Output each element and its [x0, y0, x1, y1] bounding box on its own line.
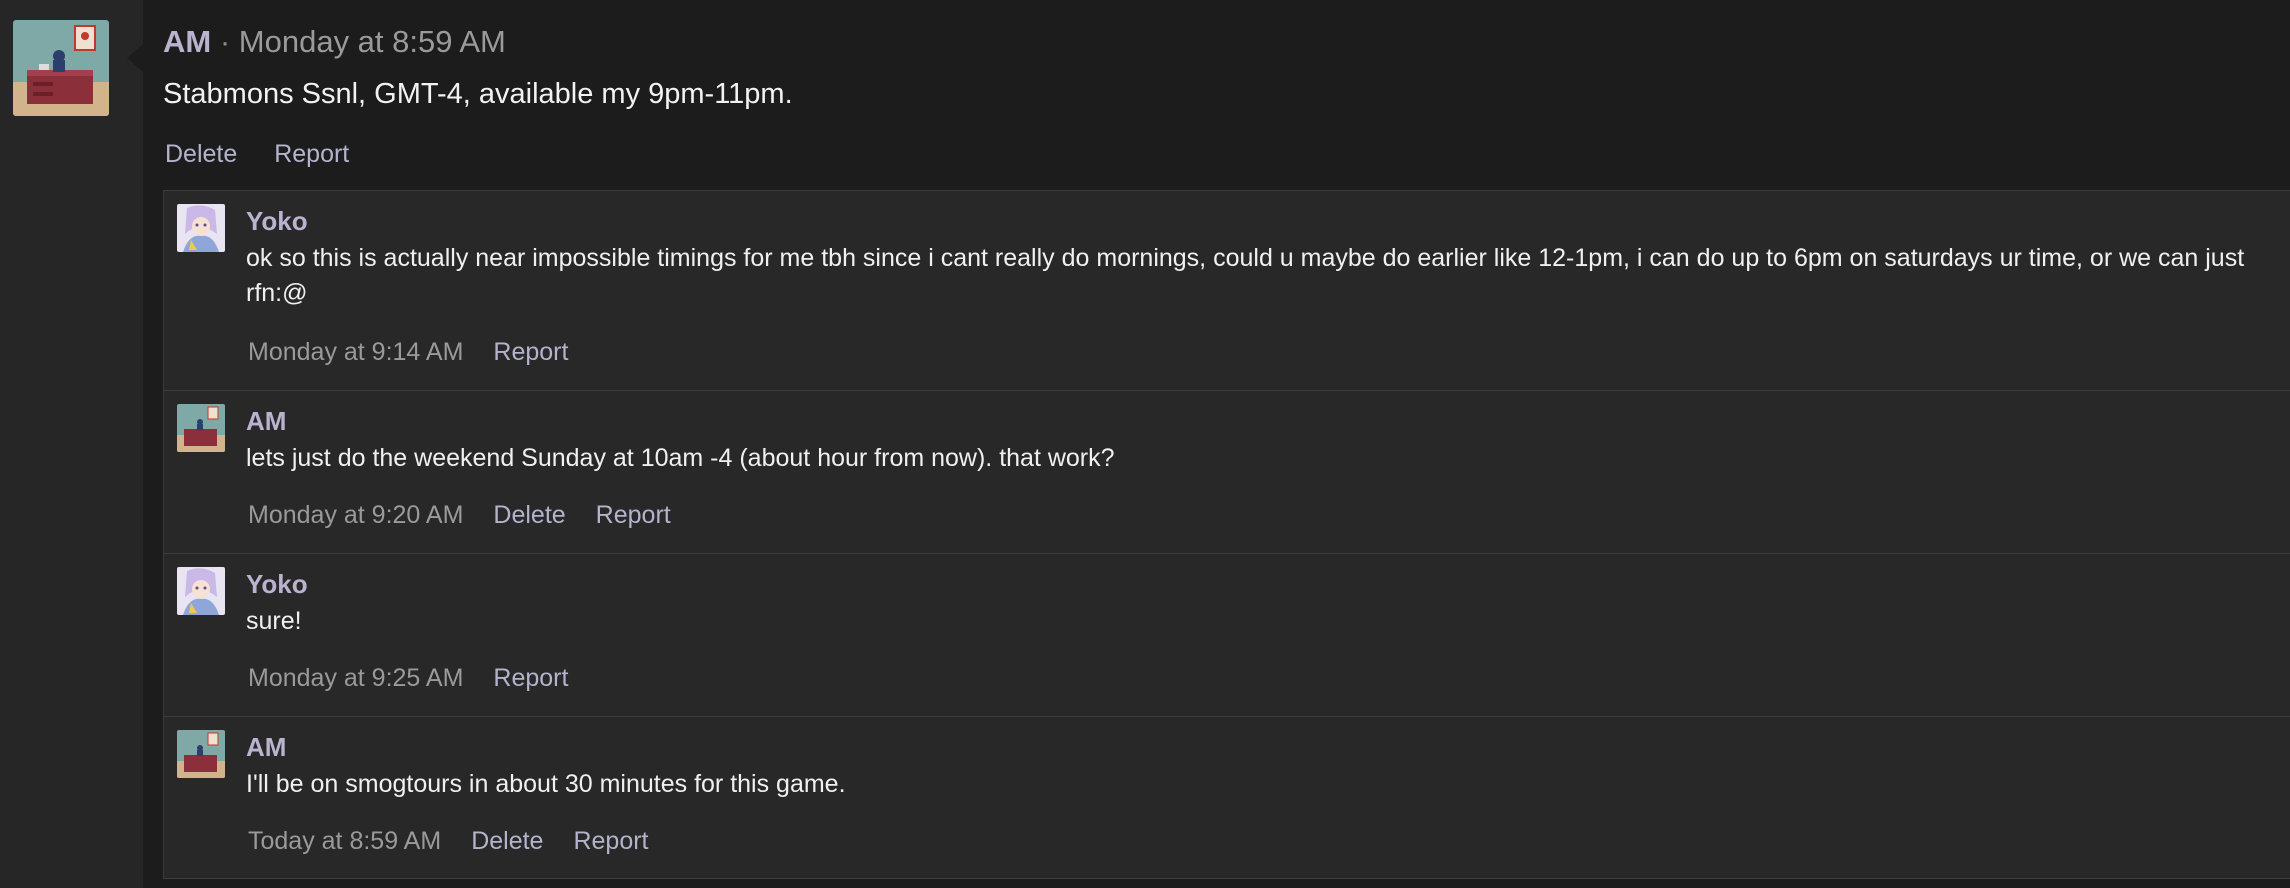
comment-body: lets just do the weekend Sunday at 10am … — [246, 444, 1115, 472]
yoko-avatar-icon — [177, 567, 225, 615]
report-link[interactable]: Report — [493, 664, 568, 692]
comment-body: sure! — [246, 607, 302, 635]
report-link[interactable]: Report — [573, 827, 648, 855]
post-actions: Delete Report — [165, 140, 379, 169]
comment-meta: Monday at 9:25 AM Report — [248, 664, 598, 693]
comment-timestamp[interactable]: Monday at 9:20 AM — [248, 501, 463, 529]
avatar[interactable] — [177, 567, 225, 615]
comment-timestamp[interactable]: Today at 8:59 AM — [248, 827, 441, 855]
comment-author[interactable]: AM — [246, 732, 286, 763]
report-link[interactable]: Report — [596, 501, 671, 529]
comment: Yoko ok so this is actually near impossi… — [164, 190, 2290, 390]
comment-meta: Monday at 9:14 AM Report — [248, 338, 598, 367]
am-avatar-icon — [13, 20, 109, 116]
report-link[interactable]: Report — [274, 140, 349, 168]
post-separator: · — [211, 24, 239, 59]
avatar-gutter — [0, 0, 143, 888]
comments-list: Yoko ok so this is actually near impossi… — [163, 190, 2290, 879]
post-body: Stabmons Ssnl, GMT-4, available my 9pm-1… — [163, 78, 793, 110]
comment: Yoko sure! Monday at 9:25 AM Report — [164, 553, 2290, 716]
comment: AM I'll be on smogtours in about 30 minu… — [164, 716, 2290, 879]
am-avatar-icon — [177, 730, 225, 778]
report-link[interactable]: Report — [493, 338, 568, 366]
post-author[interactable]: AM — [163, 24, 211, 59]
comment-body: ok so this is actually near impossible t… — [246, 244, 2245, 307]
avatar[interactable] — [177, 204, 225, 252]
post-header: AM · Monday at 8:59 AM — [163, 24, 506, 60]
avatar[interactable] — [177, 404, 225, 452]
avatar[interactable] — [13, 20, 109, 116]
post-pointer — [127, 44, 143, 72]
comment-meta: Today at 8:59 AM Delete Report — [248, 827, 679, 856]
yoko-avatar-icon — [177, 204, 225, 252]
comment-timestamp[interactable]: Monday at 9:25 AM — [248, 664, 463, 692]
delete-link[interactable]: Delete — [165, 140, 237, 168]
am-avatar-icon — [177, 404, 225, 452]
comment-timestamp[interactable]: Monday at 9:14 AM — [248, 338, 463, 366]
delete-link[interactable]: Delete — [471, 827, 543, 855]
profile-post-thread: AM · Monday at 8:59 AM Stabmons Ssnl, GM… — [0, 0, 2290, 888]
avatar[interactable] — [177, 730, 225, 778]
profile-post: AM · Monday at 8:59 AM Stabmons Ssnl, GM… — [143, 0, 2290, 888]
comment: AM lets just do the weekend Sunday at 10… — [164, 390, 2290, 553]
comment-author[interactable]: Yoko — [246, 569, 308, 600]
post-timestamp[interactable]: Monday at 8:59 AM — [239, 24, 506, 59]
delete-link[interactable]: Delete — [493, 501, 565, 529]
comment-meta: Monday at 9:20 AM Delete Report — [248, 501, 701, 530]
comment-author[interactable]: AM — [246, 406, 286, 437]
comment-author[interactable]: Yoko — [246, 206, 308, 237]
comment-body: I'll be on smogtours in about 30 minutes… — [246, 770, 846, 798]
